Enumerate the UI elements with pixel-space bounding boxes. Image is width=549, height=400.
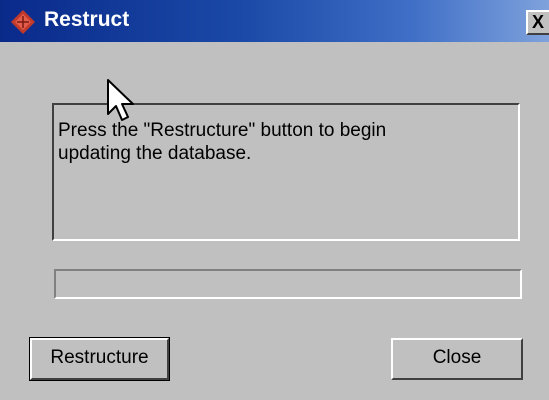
window-title: Restruct [44,8,130,31]
restructure-button[interactable]: Restructure [29,337,170,381]
progress-bar [54,269,522,299]
mouse-pointer-icon [107,79,134,121]
close-icon[interactable]: X [526,10,549,35]
close-button[interactable]: Close [391,338,523,380]
restruct-dialog: Restruct X Press the "Restructure" butto… [0,0,549,400]
message-text: Press the "Restructure" button to begin … [58,120,387,164]
title-bar[interactable]: Restruct X [0,0,549,42]
app-icon [11,10,35,34]
